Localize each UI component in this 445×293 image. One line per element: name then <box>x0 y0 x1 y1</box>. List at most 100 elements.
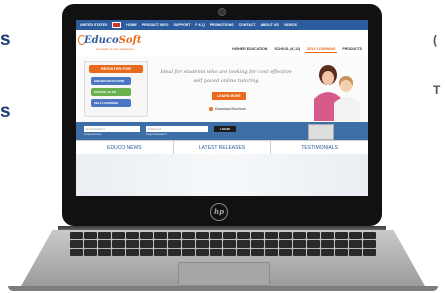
site-header: EducoSoft innovation & your happiness HI… <box>76 30 368 56</box>
login-button[interactable]: LOGIN <box>214 126 236 132</box>
nav-products[interactable]: PRODUCTS <box>340 46 364 53</box>
hero-tagline-line2: self paced online tutoring <box>193 78 259 84</box>
keyboard-key <box>223 248 237 256</box>
keyboard-key <box>181 232 195 240</box>
keyboard-key <box>335 232 349 240</box>
keyboard-key <box>167 240 181 248</box>
side-text-fragment: T <box>433 83 441 97</box>
keyboard-key <box>97 240 111 248</box>
keyboard-key <box>195 248 209 256</box>
topnav-product-info[interactable]: PRODUCT INFO <box>142 23 169 27</box>
topnav-fq[interactable]: F & Q <box>195 23 204 27</box>
keyboard-key <box>237 240 251 248</box>
keyboard-key <box>70 240 83 248</box>
keyboard-key <box>307 240 321 248</box>
keyboard <box>70 232 376 256</box>
keyboard-key <box>293 232 307 240</box>
download-icon: ↓ <box>209 107 213 111</box>
side-text-fragment: s <box>0 29 11 50</box>
password-input[interactable]: Password <box>146 126 208 132</box>
touchpad <box>178 262 270 286</box>
download-brochure-link[interactable]: ↓ Download Brochure <box>209 107 246 111</box>
keyboard-key <box>237 248 251 256</box>
keyboard-key <box>363 232 376 240</box>
keyboard-key <box>293 248 307 256</box>
nav-self-learning[interactable]: SELF LEARNING <box>305 46 338 53</box>
side-text-fragment: s <box>0 101 11 122</box>
tab-educo-news[interactable]: EDUCO NEWS <box>76 141 174 155</box>
keyboard-key <box>279 232 293 240</box>
keyboard-key <box>265 248 279 256</box>
register-self-learning-button[interactable]: SELF LEARNING <box>91 99 131 107</box>
keyboard-key <box>83 240 97 248</box>
country-selector[interactable]: UNITED STATES <box>80 23 107 27</box>
keyboard-key <box>251 240 265 248</box>
keyboard-key <box>321 232 335 240</box>
topnav-videos[interactable]: VIDEOS <box>284 23 297 27</box>
keyboard-key <box>125 240 139 248</box>
keyboard-key <box>139 240 153 248</box>
keyboard-key <box>125 232 139 240</box>
keyboard-key <box>307 248 321 256</box>
laptop-front-edge <box>8 286 438 291</box>
keyboard-key <box>251 248 265 256</box>
keyboard-key <box>209 240 223 248</box>
hero-tagline: Ideal for students who are looking for c… <box>156 68 296 86</box>
register-panel: REGISTER FOR HIGHER EDUCATION SCHOOL (K-… <box>84 61 148 117</box>
keyboard-key <box>293 240 307 248</box>
keyboard-key <box>335 248 349 256</box>
keyboard-key <box>111 240 125 248</box>
forgot-password-link[interactable]: Forgot Password ? <box>146 133 167 136</box>
keyboard-key <box>349 240 363 248</box>
flag-icon[interactable] <box>112 22 122 28</box>
register-school-button[interactable]: SCHOOL (K-12) <box>91 88 131 96</box>
keyboard-key <box>139 232 153 240</box>
hp-logo-icon: hp <box>210 203 228 221</box>
nav-school[interactable]: SCHOOL (K-12) <box>272 46 302 53</box>
register-title: REGISTER FOR <box>89 65 143 73</box>
keyboard-key <box>153 248 167 256</box>
keyboard-key <box>181 240 195 248</box>
keyboard-key <box>321 240 335 248</box>
keyboard-key <box>223 240 237 248</box>
keyboard-key <box>349 232 363 240</box>
site-logo[interactable]: EducoSoft <box>84 35 141 46</box>
keyboard-key <box>237 232 251 240</box>
tab-testimonials[interactable]: TESTIMONIALS <box>271 141 368 155</box>
topnav-promotions[interactable]: PROMOTIONS <box>210 23 234 27</box>
logo-name-part1: Educo <box>84 35 119 46</box>
tab-latest-releases[interactable]: LATEST RELEASES <box>174 141 272 155</box>
topnav-support[interactable]: SUPPORT <box>173 23 190 27</box>
nav-higher-education[interactable]: HIGHER EDUCATION <box>230 46 269 53</box>
laptop-screen: UNITED STATES HOME PRODUCT INFO SUPPORT … <box>76 20 368 196</box>
laptop-image <box>308 124 334 140</box>
webcam-icon <box>218 8 226 16</box>
email-input[interactable]: Email Address <box>84 126 140 132</box>
keyboard-key <box>167 248 181 256</box>
keyboard-key <box>209 248 223 256</box>
keyboard-key <box>307 232 321 240</box>
topnav-about-us[interactable]: ABOUT US <box>260 23 278 27</box>
keyboard-key <box>125 248 139 256</box>
keyboard-key <box>279 248 293 256</box>
keyboard-key <box>209 232 223 240</box>
keyboard-key <box>153 232 167 240</box>
keyboard-key <box>223 232 237 240</box>
hero-section: REGISTER FOR HIGHER EDUCATION SCHOOL (K-… <box>76 56 368 122</box>
logo-name-part2: Soft <box>118 35 142 46</box>
topnav-contact[interactable]: CONTACT <box>239 23 256 27</box>
keyboard-key <box>321 248 335 256</box>
keyboard-key <box>265 240 279 248</box>
keyboard-key <box>363 248 376 256</box>
keyboard-key <box>265 232 279 240</box>
lower-content-area <box>76 154 368 196</box>
create-account-link[interactable]: Create Account <box>84 133 101 136</box>
learn-more-button[interactable]: LEARN MORE <box>212 92 246 100</box>
content-tabs: EDUCO NEWS LATEST RELEASES TESTIMONIALS <box>76 140 368 155</box>
keyboard-key <box>97 232 111 240</box>
keyboard-key <box>153 240 167 248</box>
keyboard-key <box>83 248 97 256</box>
register-higher-education-button[interactable]: HIGHER EDUCATION <box>91 77 131 85</box>
top-nav: UNITED STATES HOME PRODUCT INFO SUPPORT … <box>76 20 368 30</box>
topnav-home[interactable]: HOME <box>126 23 137 27</box>
